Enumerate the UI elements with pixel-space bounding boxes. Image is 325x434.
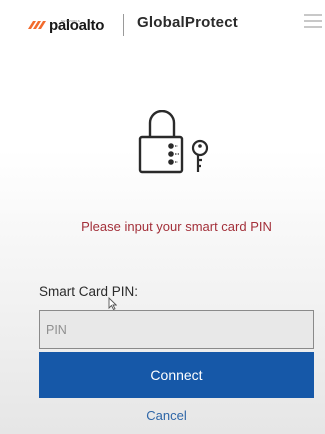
smart-card-pin-input[interactable] [39, 310, 314, 349]
cancel-link[interactable]: Cancel [0, 408, 325, 423]
paloalto-logo: paloalto [27, 14, 104, 36]
paloalto-mark-icon [28, 21, 46, 29]
globalprotect-window: paloalto NETWORKS GlobalProtect Please i… [0, 0, 325, 434]
header-divider [123, 14, 124, 36]
connect-button[interactable]: Connect [39, 352, 314, 398]
product-title: GlobalProtect [137, 14, 238, 31]
padlock-key-icon [138, 110, 209, 174]
mouse-cursor-icon [108, 297, 117, 310]
hamburger-menu-icon[interactable] [304, 14, 322, 34]
pin-field-label: Smart Card PIN: [39, 284, 139, 299]
app-header: paloalto NETWORKS GlobalProtect [0, 0, 325, 50]
brand-subtitle: NETWORKS [61, 19, 80, 23]
smart-card-prompt: Please input your smart card PIN [81, 219, 272, 234]
